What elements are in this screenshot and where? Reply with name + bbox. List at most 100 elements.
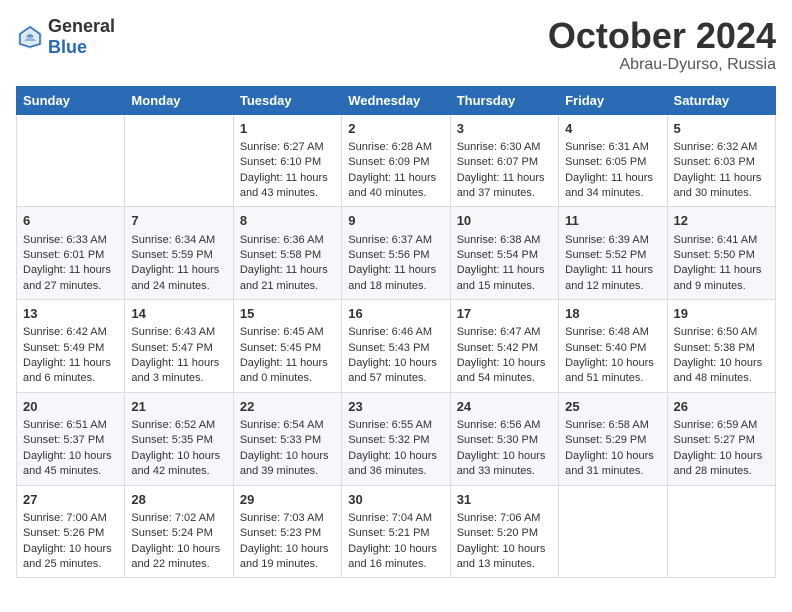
calendar-cell: 30Sunrise: 7:04 AMSunset: 5:21 PMDayligh…: [342, 485, 450, 578]
daylight-text: Daylight: 10 hours and 19 minutes.: [240, 542, 335, 573]
day-number: 4: [565, 120, 660, 138]
calendar-cell: 24 Sunrise: 6:56 AMSunset: 5:30 PMDayligh…: [450, 392, 558, 485]
calendar-cell: 26Sunrise: 6:59 AMSunset: 5:27 PMDayligh…: [667, 392, 775, 485]
daylight-text: Daylight: 11 hours and 0 minutes.: [240, 356, 335, 387]
sunset-text: Sunset: 5:47 PM: [131, 341, 226, 356]
weekday-header-row: SundayMondayTuesdayWednesdayThursdayFrid…: [17, 86, 776, 114]
day-number: 9: [348, 212, 443, 230]
calendar-cell: 17Sunrise: 6:47 AMSunset: 5:42 PMDayligh…: [450, 300, 558, 393]
sunrise-text: Sunrise: 6:39 AM: [565, 233, 660, 248]
sunset-text: Sunset: 5:26 PM: [23, 526, 118, 541]
sunset-text: Sunset: 6:07 PM: [457, 155, 552, 170]
daylight-text: Daylight: 10 hours and 48 minutes.: [674, 356, 769, 387]
sunrise-text: Sunrise: 7:02 AM: [131, 511, 226, 526]
day-number: 11: [565, 212, 660, 230]
sunrise-text: Sunrise: 7:04 AM: [348, 511, 443, 526]
calendar-cell: 11Sunrise: 6:39 AMSunset: 5:52 PMDayligh…: [559, 207, 667, 300]
calendar-week-row: 13Sunrise: 6:42 AMSunset: 5:49 PMDayligh…: [17, 300, 776, 393]
sunset-text: Sunset: 5:50 PM: [674, 248, 769, 263]
title-area: October 2024 Abrau-Dyurso, Russia: [548, 16, 776, 74]
sunset-text: Sunset: 5:42 PM: [457, 341, 552, 356]
calendar-cell: 20Sunrise: 6:51 AMSunset: 5:37 PMDayligh…: [17, 392, 125, 485]
sunrise-text: Sunrise: 6:46 AM: [348, 325, 443, 340]
day-number: 13: [23, 305, 118, 323]
sunrise-text: Sunrise: 6:52 AM: [131, 418, 226, 433]
day-number: 22: [240, 398, 335, 416]
weekday-header-thursday: Thursday: [450, 86, 558, 114]
location-title: Abrau-Dyurso, Russia: [548, 56, 776, 74]
sunrise-text: Sunrise: 6:41 AM: [674, 233, 769, 248]
sunset-text: Sunset: 6:09 PM: [348, 155, 443, 170]
calendar-cell: 8Sunrise: 6:36 AMSunset: 5:58 PMDaylight…: [233, 207, 341, 300]
weekday-header-tuesday: Tuesday: [233, 86, 341, 114]
daylight-text: Daylight: 10 hours and 36 minutes.: [348, 449, 443, 480]
daylight-text: Daylight: 10 hours and 51 minutes.: [565, 356, 660, 387]
day-number: 15: [240, 305, 335, 323]
day-number: 17: [457, 305, 552, 323]
weekday-header-sunday: Sunday: [17, 86, 125, 114]
day-number: 23: [348, 398, 443, 416]
sunrise-text: Sunrise: 6:56 AM: [457, 418, 552, 433]
sunset-text: Sunset: 5:27 PM: [674, 433, 769, 448]
calendar-cell: 28Sunrise: 7:02 AMSunset: 5:24 PMDayligh…: [125, 485, 233, 578]
day-number: 14: [131, 305, 226, 323]
daylight-text: Daylight: 10 hours and 28 minutes.: [674, 449, 769, 480]
daylight-text: Daylight: 11 hours and 37 minutes.: [457, 171, 552, 202]
daylight-text: Daylight: 10 hours and 31 minutes.: [565, 449, 660, 480]
daylight-text: Daylight: 11 hours and 9 minutes.: [674, 263, 769, 294]
calendar-week-row: 27Sunrise: 7:00 AMSunset: 5:26 PMDayligh…: [17, 485, 776, 578]
calendar-cell: 21Sunrise: 6:52 AMSunset: 5:35 PMDayligh…: [125, 392, 233, 485]
sunrise-text: Sunrise: 7:06 AM: [457, 511, 552, 526]
sunset-text: Sunset: 5:30 PM: [457, 433, 552, 448]
day-number: 6: [23, 212, 118, 230]
day-number: 31: [457, 491, 552, 509]
daylight-text: Daylight: 11 hours and 18 minutes.: [348, 263, 443, 294]
day-number: 25: [565, 398, 660, 416]
sunrise-text: Sunrise: 6:58 AM: [565, 418, 660, 433]
day-number: 8: [240, 212, 335, 230]
sunset-text: Sunset: 5:32 PM: [348, 433, 443, 448]
day-number: 24: [457, 398, 552, 416]
calendar-cell: 15Sunrise: 6:45 AMSunset: 5:45 PMDayligh…: [233, 300, 341, 393]
calendar-cell: 18Sunrise: 6:48 AMSunset: 5:40 PMDayligh…: [559, 300, 667, 393]
sunrise-text: Sunrise: 6:31 AM: [565, 140, 660, 155]
weekday-header-monday: Monday: [125, 86, 233, 114]
daylight-text: Daylight: 11 hours and 6 minutes.: [23, 356, 118, 387]
sunset-text: Sunset: 5:20 PM: [457, 526, 552, 541]
sunset-text: Sunset: 5:21 PM: [348, 526, 443, 541]
calendar-cell: 2Sunrise: 6:28 AMSunset: 6:09 PMDaylight…: [342, 114, 450, 207]
sunset-text: Sunset: 6:10 PM: [240, 155, 335, 170]
sunrise-text: Sunrise: 6:34 AM: [131, 233, 226, 248]
daylight-text: Daylight: 10 hours and 16 minutes.: [348, 542, 443, 573]
sunset-text: Sunset: 5:37 PM: [23, 433, 118, 448]
daylight-text: Daylight: 10 hours and 33 minutes.: [457, 449, 552, 480]
day-number: 19: [674, 305, 769, 323]
sunset-text: Sunset: 5:52 PM: [565, 248, 660, 263]
day-number: 1: [240, 120, 335, 138]
daylight-text: Daylight: 10 hours and 42 minutes.: [131, 449, 226, 480]
calendar-cell: 1Sunrise: 6:27 AMSunset: 6:10 PMDaylight…: [233, 114, 341, 207]
day-number: 5: [674, 120, 769, 138]
sunset-text: Sunset: 5:56 PM: [348, 248, 443, 263]
calendar-table: SundayMondayTuesdayWednesdayThursdayFrid…: [16, 86, 776, 579]
sunrise-text: Sunrise: 6:59 AM: [674, 418, 769, 433]
daylight-text: Daylight: 11 hours and 40 minutes.: [348, 171, 443, 202]
calendar-cell: 31Sunrise: 7:06 AMSunset: 5:20 PMDayligh…: [450, 485, 558, 578]
daylight-text: Daylight: 10 hours and 22 minutes.: [131, 542, 226, 573]
sunset-text: Sunset: 6:03 PM: [674, 155, 769, 170]
daylight-text: Daylight: 11 hours and 21 minutes.: [240, 263, 335, 294]
sunrise-text: Sunrise: 6:50 AM: [674, 325, 769, 340]
sunset-text: Sunset: 5:23 PM: [240, 526, 335, 541]
calendar-cell: 7Sunrise: 6:34 AMSunset: 5:59 PMDaylight…: [125, 207, 233, 300]
sunset-text: Sunset: 5:59 PM: [131, 248, 226, 263]
sunset-text: Sunset: 5:38 PM: [674, 341, 769, 356]
daylight-text: Daylight: 11 hours and 43 minutes.: [240, 171, 335, 202]
calendar-cell: 4Sunrise: 6:31 AMSunset: 6:05 PMDaylight…: [559, 114, 667, 207]
calendar-cell: 14Sunrise: 6:43 AMSunset: 5:47 PMDayligh…: [125, 300, 233, 393]
weekday-header-saturday: Saturday: [667, 86, 775, 114]
daylight-text: Daylight: 11 hours and 30 minutes.: [674, 171, 769, 202]
sunrise-text: Sunrise: 6:43 AM: [131, 325, 226, 340]
logo: General Blue: [16, 16, 115, 58]
daylight-text: Daylight: 11 hours and 24 minutes.: [131, 263, 226, 294]
sunset-text: Sunset: 5:58 PM: [240, 248, 335, 263]
